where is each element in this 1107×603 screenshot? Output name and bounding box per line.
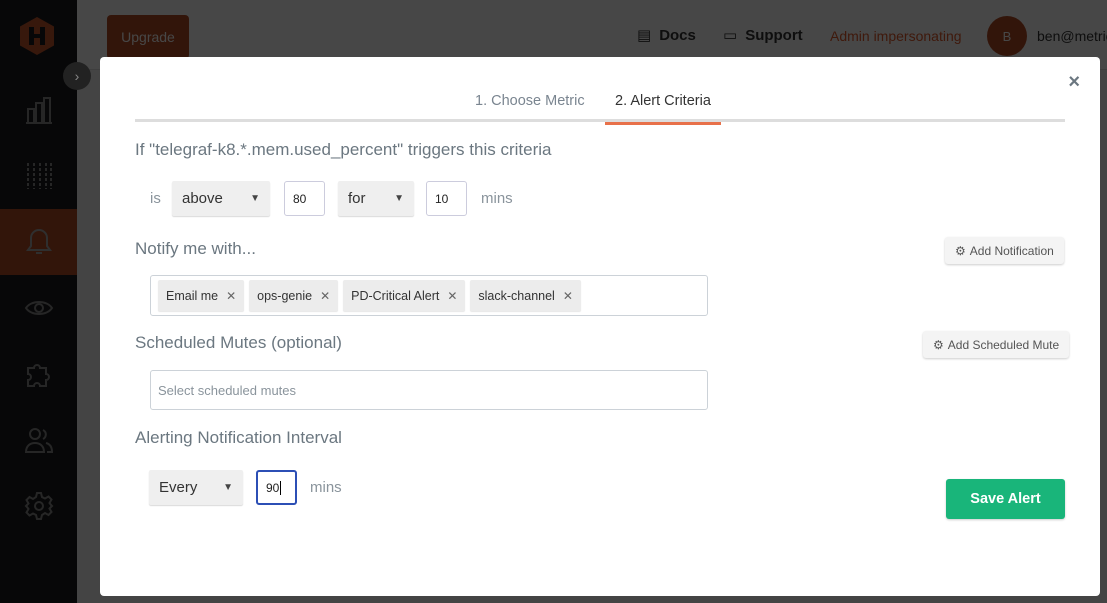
interval-unit-label: mins xyxy=(310,479,342,496)
criteria-row: is above ▼ 80 for ▼ 10 mins xyxy=(150,181,513,216)
tab-alert-criteria[interactable]: 2. Alert Criteria xyxy=(605,93,721,125)
notification-tag: slack-channel ✕ xyxy=(470,280,581,311)
scheduled-mutes-select[interactable]: Select scheduled mutes xyxy=(150,370,708,410)
interval-input[interactable]: 90 xyxy=(256,470,297,505)
mutes-title: Scheduled Mutes (optional) xyxy=(135,333,342,352)
threshold-input[interactable]: 80 xyxy=(284,181,325,216)
gear-icon: ⚙ xyxy=(955,243,966,258)
text-cursor xyxy=(280,480,282,495)
interval-row: Every ▼ 90 mins xyxy=(149,470,342,505)
remove-tag-icon[interactable]: ✕ xyxy=(320,289,330,303)
notify-title: Notify me with... xyxy=(135,239,256,258)
criteria-title: If "telegraf-k8.*.mem.used_percent" trig… xyxy=(135,140,552,159)
remove-tag-icon[interactable]: ✕ xyxy=(447,289,457,303)
is-label: is xyxy=(150,190,161,207)
save-alert-button[interactable]: Save Alert xyxy=(946,479,1065,519)
caret-down-icon: ▼ xyxy=(250,193,260,204)
remove-tag-icon[interactable]: ✕ xyxy=(563,289,573,303)
notification-tag: PD-Critical Alert ✕ xyxy=(343,280,466,311)
chevron-right-icon: › xyxy=(74,68,80,84)
duration-mode-select[interactable]: for ▼ xyxy=(338,181,414,216)
remove-tag-icon[interactable]: ✕ xyxy=(226,289,236,303)
add-notification-button[interactable]: ⚙ Add Notification xyxy=(945,237,1064,264)
gear-icon: ⚙ xyxy=(933,337,944,352)
duration-unit-label: mins xyxy=(481,190,513,207)
caret-down-icon: ▼ xyxy=(394,193,404,204)
interval-title: Alerting Notification Interval xyxy=(135,428,342,447)
interval-mode-select[interactable]: Every ▼ xyxy=(149,470,243,505)
duration-input[interactable]: 10 xyxy=(426,181,467,216)
close-icon[interactable]: × xyxy=(1068,71,1080,94)
caret-down-icon: ▼ xyxy=(223,482,233,493)
comparator-select[interactable]: above ▼ xyxy=(172,181,270,216)
create-alert-modal: × 1. Choose Metric 2. Alert Criteria If … xyxy=(100,57,1100,596)
notification-tag: Email me ✕ xyxy=(158,280,245,311)
notification-tags-input[interactable]: Email me ✕ ops-genie ✕ PD-Critical Alert ✕ … xyxy=(150,275,708,316)
notification-tag: ops-genie ✕ xyxy=(249,280,339,311)
wizard-tabs: 1. Choose Metric 2. Alert Criteria xyxy=(135,85,1065,125)
tab-choose-metric[interactable]: 1. Choose Metric xyxy=(465,93,595,122)
sidebar-collapse-button[interactable]: › xyxy=(63,62,91,90)
add-scheduled-mute-button[interactable]: ⚙ Add Scheduled Mute xyxy=(923,331,1070,358)
